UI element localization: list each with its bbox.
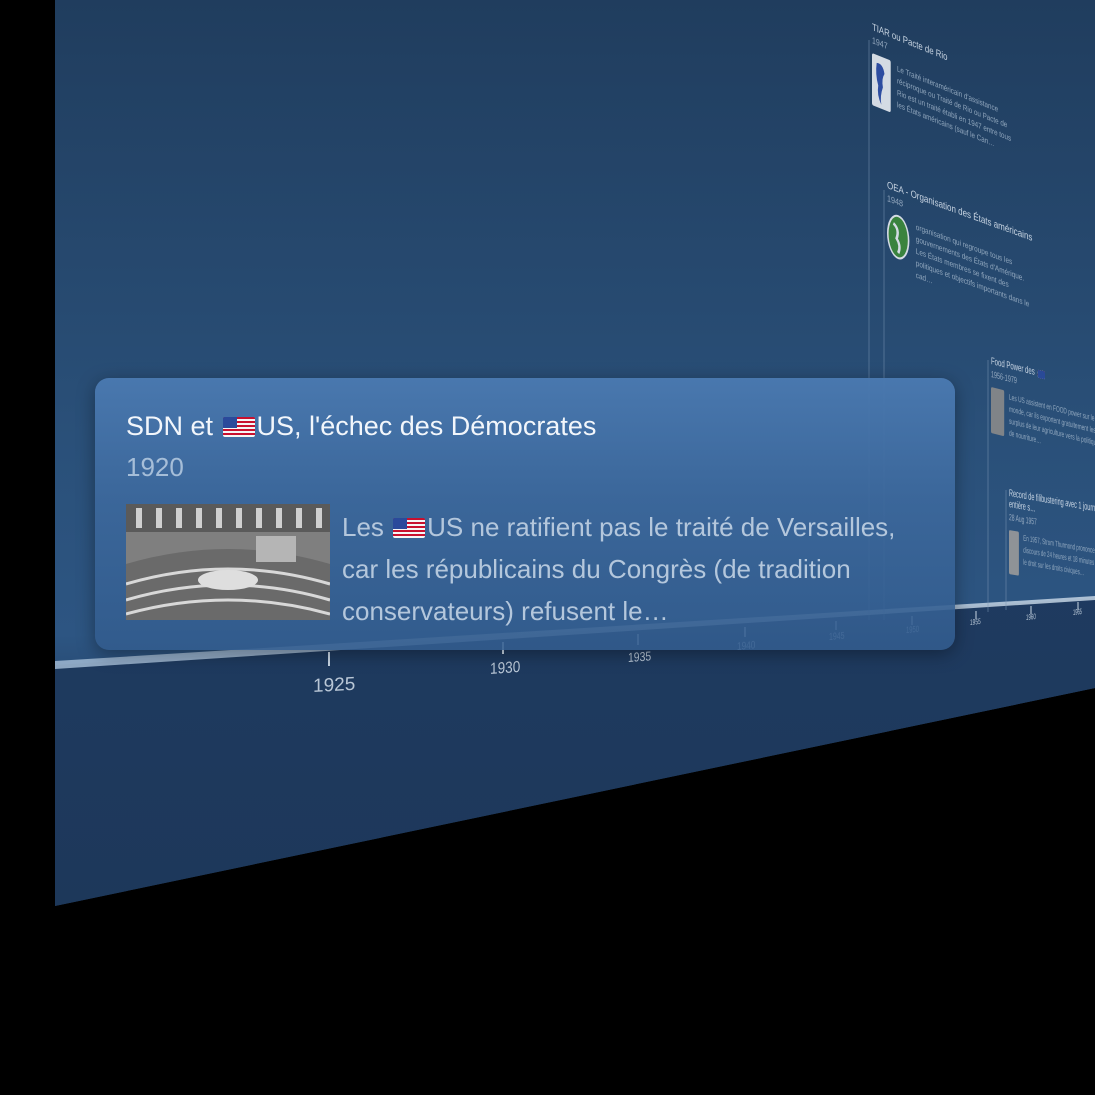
timeline-viewport[interactable]: 1925 1930 1935 1940 1945 1950 1955 1960 …: [0, 0, 1095, 1095]
food-power-photo: [991, 387, 1005, 437]
senator-photo: [1009, 530, 1019, 576]
event-card-sdn[interactable]: SDN et US, l'échec des Démocrates 1920 L…: [95, 378, 955, 650]
tick-label-1965: 1965: [1073, 607, 1082, 617]
tick-label-1925: 1925: [313, 673, 356, 697]
tick-label-1930: 1930: [490, 658, 521, 678]
globe-icon: [887, 211, 910, 264]
americas-map-icon: [872, 53, 891, 113]
event-card-year: 1920: [126, 452, 184, 482]
tick-label-1955: 1955: [970, 616, 981, 627]
us-flag-icon: [222, 417, 255, 437]
event-card-filibuster[interactable]: Record de filibustering avec 1 journée e…: [1009, 488, 1095, 591]
congress-photo-thumbnail: [126, 504, 330, 620]
tick-label-1960: 1960: [1026, 611, 1036, 622]
us-flag-icon: [393, 518, 426, 538]
event-card-title: SDN et US, l'échec des Démocrates: [126, 411, 597, 441]
tick-label-1935: 1935: [628, 648, 652, 665]
us-flag-icon: [1037, 369, 1045, 380]
event-card-description: Les US ne ratifient pas le traité de Ver…: [342, 512, 896, 626]
